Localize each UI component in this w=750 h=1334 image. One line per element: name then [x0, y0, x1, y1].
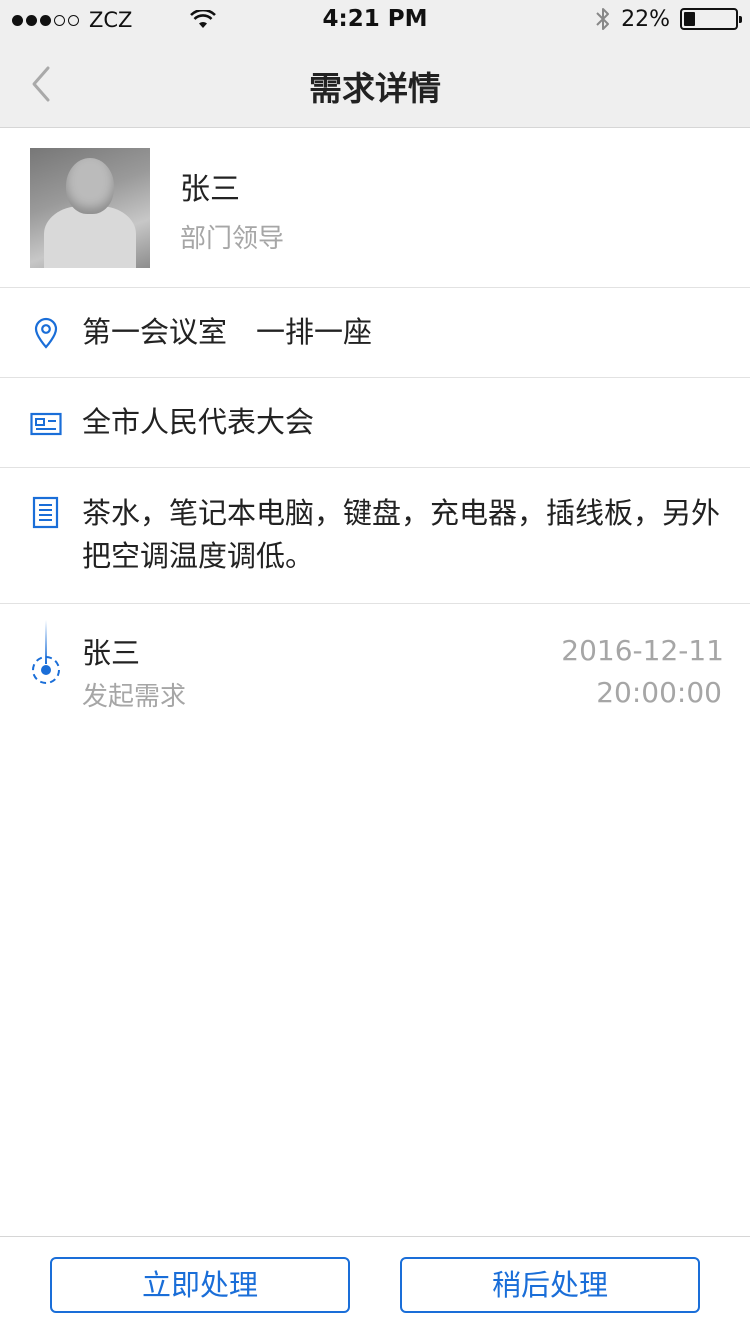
- bluetooth-icon: [596, 8, 610, 30]
- avatar: [30, 148, 150, 268]
- timeline-action: 发起需求: [82, 682, 187, 712]
- meeting-row: 全市人民代表大会: [0, 378, 750, 468]
- battery-percent: 22%: [621, 6, 670, 32]
- requirements-text: 茶水，笔记本电脑，键盘，充电器，插线板，另外把空调温度调低。: [82, 496, 721, 573]
- page-title: 需求详情: [309, 69, 441, 108]
- requester-profile: 张三 部门领导: [0, 128, 750, 288]
- battery-icon: [680, 8, 742, 30]
- timeline-actor-name: 张三: [82, 636, 141, 670]
- location-text: 第一会议室 一排一座: [82, 315, 373, 349]
- location-pin-icon: [34, 317, 58, 349]
- timeline-date: 2016-12-11: [561, 634, 724, 667]
- bottom-action-bar: 立即处理 稍后处理: [0, 1236, 750, 1334]
- process-later-button[interactable]: 稍后处理: [400, 1257, 700, 1313]
- process-now-button[interactable]: 立即处理: [50, 1257, 350, 1313]
- meeting-text: 全市人民代表大会: [82, 405, 315, 439]
- top-bar: ZCZ 4:21 PM 22% 需求详情: [0, 0, 750, 128]
- timeline-item: 张三 发起需求 2016-12-11 20:00:00: [0, 604, 750, 734]
- requester-name: 张三: [180, 172, 240, 207]
- requester-role: 部门领导: [180, 224, 285, 254]
- navigation-bar: 需求详情: [0, 40, 750, 128]
- location-row: 第一会议室 一排一座: [0, 288, 750, 378]
- requirements-row: 茶水，笔记本电脑，键盘，充电器，插线板，另外把空调温度调低。: [0, 468, 750, 604]
- id-card-icon: [30, 412, 62, 436]
- document-icon: [32, 496, 59, 529]
- status-bar: ZCZ 4:21 PM 22%: [0, 0, 750, 40]
- timeline-time: 20:00:00: [596, 676, 722, 709]
